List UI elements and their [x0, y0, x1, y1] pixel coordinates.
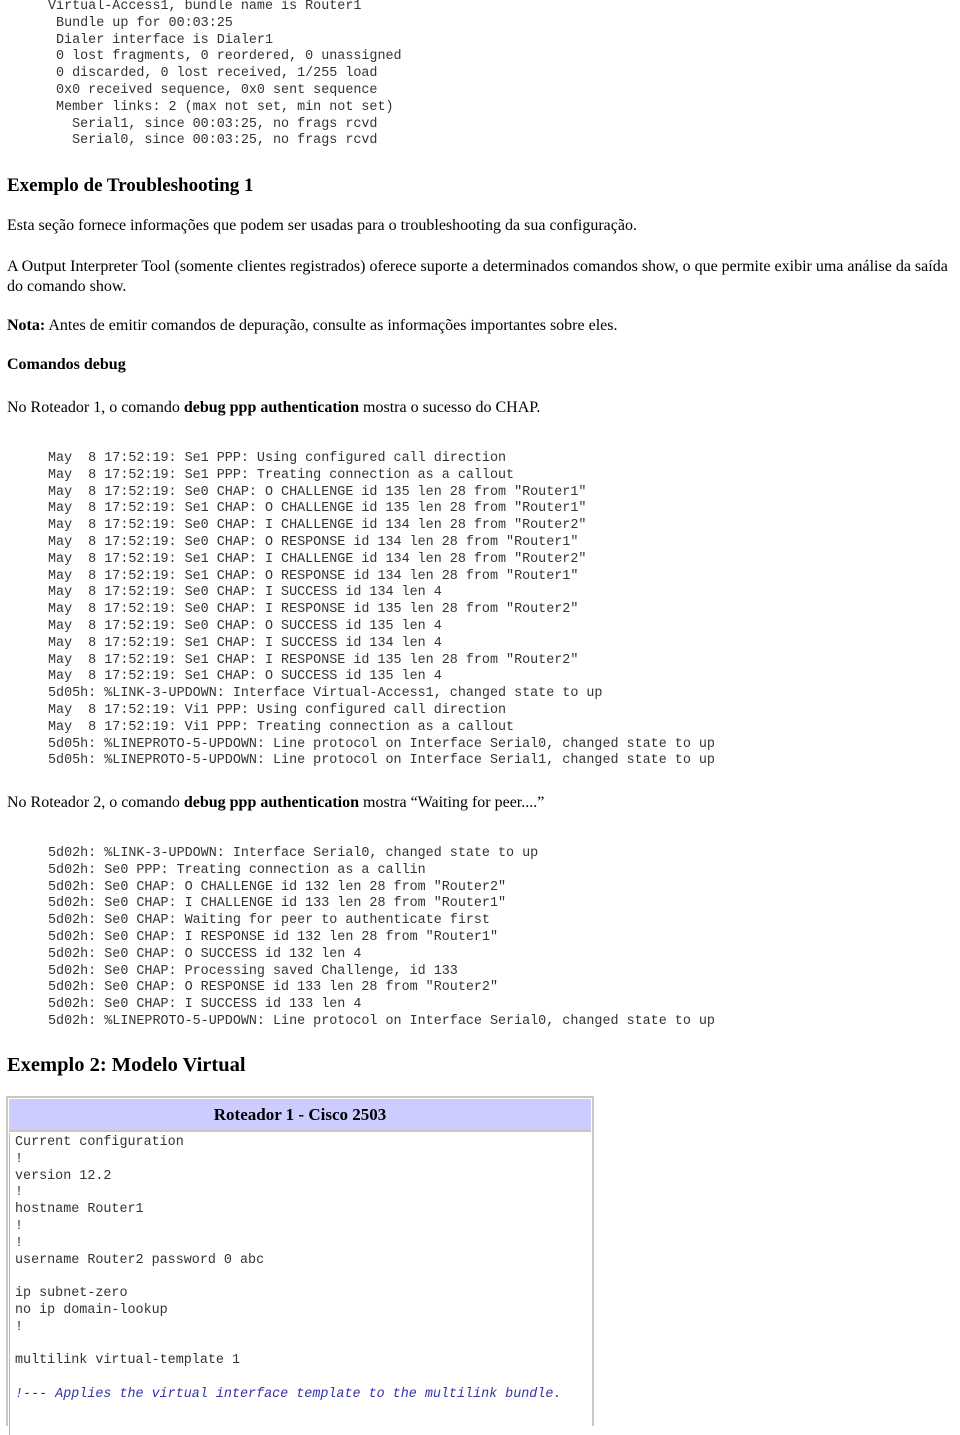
debug-lines: 5d02h: %LINK-3-UPDOWN: Interface Serial0… — [48, 846, 715, 1029]
text-line: multilink virtual-template 1 — [15, 1353, 240, 1369]
text-line: ! — [15, 1151, 24, 1167]
text-line: 0 discarded, 0 lost received, 1/255 load — [56, 66, 378, 82]
text-line: May 8 17:52:19: Se0 CHAP: I SUCCESS id 1… — [48, 585, 442, 601]
router1-command: debug ppp authentication — [183, 399, 360, 416]
intro-paragraph: Esta seção fornece informações que podem… — [7, 217, 637, 234]
text-line: ! — [15, 1235, 24, 1251]
output-lines: Virtual-Access1, bundle name is Router1 … — [48, 0, 402, 148]
text-line: 5d02h: Se0 CHAP: Processing saved Challe… — [48, 963, 458, 979]
config-table-title: Roteador 1 - Cisco 2503 — [9, 1099, 591, 1132]
router1-debug-output: May 8 17:52:19: Se1 PPP: Using configure… — [48, 451, 715, 770]
text-line: May 8 17:52:19: Se1 CHAP: O SUCCESS id 1… — [48, 669, 442, 685]
text-line: ! — [15, 1218, 24, 1234]
router2-command: debug ppp authentication — [183, 794, 360, 811]
text-line: 5d02h: Se0 CHAP: O SUCCESS id 132 len 4 — [48, 946, 362, 962]
text-line: 5d02h: %LINEPROTO-5-UPDOWN: Line protoco… — [48, 1013, 715, 1029]
text-line: 0x0 received sequence, 0x0 sent sequence — [56, 82, 378, 98]
config-table-body: Current configuration ! version 12.2 ! h… — [9, 1133, 592, 1435]
text-line: May 8 17:52:19: Se1 PPP: Treating connec… — [48, 467, 515, 483]
text-line: Serial1, since 00:03:25, no frags rcvd — [72, 116, 378, 132]
text-line: 5d05h: %LINK-3-UPDOWN: Interface Virtual… — [48, 686, 603, 702]
output-interpreter-paragraph: A Output Interpreter Tool (somente clien… — [7, 258, 948, 295]
router2-debug-output: 5d02h: %LINK-3-UPDOWN: Interface Serial0… — [48, 846, 715, 1031]
text-line: version 12.2 — [15, 1168, 112, 1184]
text-line: 5d02h: Se0 CHAP: I SUCCESS id 133 len 4 — [48, 997, 362, 1013]
text-line: hostname Router1 — [15, 1202, 144, 1218]
router2-text-post: mostra “Waiting for peer....” — [359, 794, 545, 811]
router1-config-table: Roteador 1 - Cisco 2503 Current configur… — [6, 1096, 594, 1435]
text-line: 0 lost fragments, 0 reordered, 0 unassig… — [56, 49, 402, 65]
router1-text-post: mostra o sucesso do CHAP. — [359, 399, 541, 416]
text-line: May 8 17:52:19: Se1 CHAP: O RESPONSE id … — [48, 568, 579, 584]
text-line: ! — [15, 1185, 24, 1201]
router2-text-pre: No Roteador 2, o comando — [7, 794, 184, 811]
text-line: 5d02h: Se0 CHAP: Waiting for peer to aut… — [48, 913, 490, 929]
note-paragraph: Nota: Antes de emitir comandos de depura… — [7, 316, 957, 336]
config-lines: Current configuration ! version 12.2 ! h… — [15, 1135, 264, 1368]
text-line: May 8 17:52:19: Vi1 PPP: Using configure… — [48, 702, 507, 718]
text-line: May 8 17:52:19: Se0 CHAP: O SUCCESS id 1… — [48, 618, 442, 634]
text-line: 5d02h: Se0 CHAP: I CHALLENGE id 133 len … — [48, 896, 507, 912]
section-heading-troubleshooting: Exemplo de Troubleshooting 1 — [7, 175, 254, 196]
text-line: 5d05h: %LINEPROTO-5-UPDOWN: Line protoco… — [48, 753, 715, 769]
text-line: 5d02h: Se0 CHAP: O CHALLENGE id 132 len … — [48, 879, 507, 895]
text-line: Member links: 2 (max not set, min not se… — [56, 99, 394, 115]
text-line: 5d02h: Se0 CHAP: I RESPONSE id 132 len 2… — [48, 929, 498, 945]
text-line: Bundle up for 00:03:25 — [56, 15, 233, 31]
text-line: 5d02h: %LINK-3-UPDOWN: Interface Serial0… — [48, 846, 539, 861]
text-line: username Router2 password 0 abc — [15, 1252, 265, 1268]
section-heading-virtual-template: Exemplo 2: Modelo Virtual — [7, 1054, 246, 1076]
debug-lines: May 8 17:52:19: Se1 PPP: Using configure… — [48, 451, 715, 768]
router1-text-pre: No Roteador 1, o comando — [7, 399, 184, 416]
text-line: Dialer interface is Dialer1 — [56, 32, 273, 48]
text-line: ip subnet-zero — [15, 1286, 128, 1302]
show-ppp-multilink-output: Virtual-Access1, bundle name is Router1 … — [48, 0, 402, 150]
text-line: May 8 17:52:19: Vi1 PPP: Treating connec… — [48, 719, 515, 735]
debug-commands-heading: Comandos debug — [7, 356, 126, 373]
router2-debug-paragraph: No Roteador 2, o comando debug ppp authe… — [7, 793, 957, 813]
text-line: May 8 17:52:19: Se0 CHAP: I CHALLENGE id… — [48, 518, 587, 534]
text-line: May 8 17:52:19: Se1 CHAP: I SUCCESS id 1… — [48, 635, 442, 651]
text-line: May 8 17:52:19: Se0 CHAP: I RESPONSE id … — [48, 602, 579, 618]
text-line: 5d02h: Se0 PPP: Treating connection as a… — [48, 862, 426, 878]
text-line: May 8 17:52:19: Se0 CHAP: O RESPONSE id … — [48, 534, 579, 550]
router1-debug-paragraph: No Roteador 1, o comando debug ppp authe… — [7, 398, 957, 418]
text-line: May 8 17:52:19: Se1 PPP: Using configure… — [48, 451, 507, 466]
text-line: Virtual-Access1, bundle name is Router1 — [48, 0, 362, 14]
text-line: May 8 17:52:19: Se1 CHAP: O CHALLENGE id… — [48, 501, 587, 517]
text-line: 5d05h: %LINEPROTO-5-UPDOWN: Line protoco… — [48, 736, 715, 752]
text-line: no ip domain-lookup — [15, 1302, 168, 1318]
text-line: May 8 17:52:19: Se1 CHAP: I CHALLENGE id… — [48, 551, 587, 567]
text-line: May 8 17:52:19: Se1 CHAP: I RESPONSE id … — [48, 652, 579, 668]
text-line: Current configuration — [15, 1135, 184, 1150]
text-line: ! — [15, 1319, 24, 1335]
note-text: Antes de emitir comandos de depuração, c… — [45, 317, 618, 334]
config-text: Current configuration ! version 12.2 ! h… — [15, 1135, 592, 1404]
note-label: Nota: — [7, 317, 46, 334]
text-line: 5d02h: Se0 CHAP: O RESPONSE id 133 len 2… — [48, 980, 498, 996]
text-line: Serial0, since 00:03:25, no frags rcvd — [72, 133, 378, 149]
text-line: May 8 17:52:19: Se0 CHAP: O CHALLENGE id… — [48, 484, 587, 500]
config-comment: !--- Applies the virtual interface templ… — [15, 1386, 562, 1402]
